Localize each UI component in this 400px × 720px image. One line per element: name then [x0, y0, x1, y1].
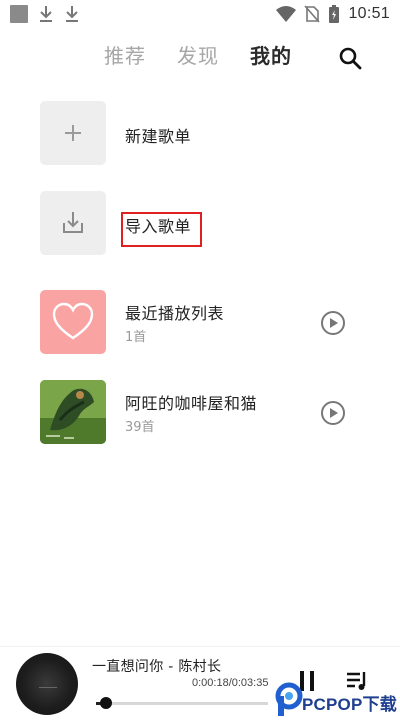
now-playing-title: 一直想问你 - 陈村长: [92, 659, 222, 675]
pcpop-watermark: PCPOP下载: [274, 682, 400, 720]
status-bar: 10:51: [0, 0, 400, 30]
tab-discover[interactable]: 发现: [177, 40, 219, 69]
status-bar-notifications: [10, 4, 80, 24]
new-playlist-label: 新建歌单: [125, 127, 192, 146]
album-playlist-row[interactable]: 阿旺的咖啡屋和猫 39首: [0, 380, 400, 452]
download-icon: [40, 6, 52, 22]
recent-playlist-count: 1首: [125, 330, 147, 345]
progress-bar[interactable]: [96, 697, 268, 709]
new-playlist-row[interactable]: 新建歌单: [0, 101, 400, 173]
import-playlist-thumb: [40, 191, 106, 255]
album-playlist-label: 阿旺的咖啡屋和猫: [125, 394, 258, 413]
search-icon[interactable]: [338, 46, 364, 72]
status-bar-system: 10:51: [276, 4, 390, 24]
play-circle-icon[interactable]: [320, 310, 346, 336]
download-icon: [66, 6, 78, 22]
import-icon: [63, 212, 83, 233]
disc-label: [39, 687, 57, 691]
progress-knob[interactable]: [100, 697, 113, 709]
album-playlist-count: 39首: [125, 420, 155, 435]
now-playing-time: 0:00:18/0:03:35: [192, 677, 269, 689]
album-cover-art: [40, 380, 106, 444]
play-circle-icon[interactable]: [320, 400, 346, 426]
recent-playlist-label: 最近播放列表: [125, 304, 225, 323]
recent-playlist-row[interactable]: 最近播放列表 1首: [0, 290, 400, 362]
status-time: 10:51: [348, 5, 390, 22]
album-cover: [40, 380, 106, 444]
top-tab-bar: 推荐 发现 我的: [0, 38, 400, 74]
plus-icon: [65, 125, 81, 141]
wifi-icon: [276, 6, 297, 22]
recent-playlist-cover: [40, 290, 106, 354]
now-playing-disc[interactable]: [16, 653, 78, 715]
battery-charging-icon: [329, 5, 340, 23]
watermark-text: PCPOP下载: [302, 695, 397, 714]
no-sim-icon: [304, 5, 321, 23]
import-highlight-box: [121, 212, 202, 247]
new-playlist-thumb: [40, 101, 106, 165]
pcpop-logo-icon: [275, 682, 303, 716]
gallery-square-icon: [10, 5, 28, 23]
tab-mine[interactable]: 我的: [250, 40, 292, 69]
heart-icon: [52, 302, 94, 340]
tab-recommend[interactable]: 推荐: [104, 40, 146, 69]
